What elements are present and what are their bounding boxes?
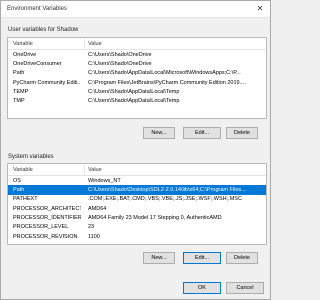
system-variable-row[interactable]: PROCESSOR_LEVEL 23 [8,223,266,232]
variable-value: C:\Users\Shado\OneDrive [88,51,152,58]
variable-value: C:\Users\Shado\OneDrive [88,60,152,67]
variable-value: C:\Program Files\JetBrains\PyCharm Commu… [88,79,246,86]
variable-value: AMD64 Family 23 Model 17 Stepping 0, Aut… [88,215,222,222]
user-variable-row[interactable]: TEMP C:\Users\Shado\AppData\Local\Temp [8,88,266,97]
user-variable-row[interactable]: OneDriveConsumer C:\Users\Shado\OneDrive [8,59,266,68]
title-bar: Environment Variables ✕ [1,1,270,18]
column-divider[interactable] [84,39,85,49]
close-icon[interactable]: ✕ [255,4,265,14]
system-new-button[interactable]: New... [143,252,175,264]
system-variables-label: System variables [8,154,54,160]
column-divider[interactable] [84,165,85,175]
system-variable-row[interactable]: PROCESSOR_REVISION 1100 [8,232,266,241]
user-variable-row[interactable]: PyCharm Community Editi... C:\Program Fi… [8,78,266,87]
variable-name: PROCESSOR_LEVEL [13,224,69,231]
variable-value: C:\Users\Shado\Desktop\SDL2-2.0.14\lib\x… [88,186,246,193]
variable-value: AMD64 [88,205,107,212]
variable-value: Windows_NT [88,177,121,184]
column-header-value[interactable]: Value [88,41,102,47]
system-variable-row[interactable]: PROCESSOR_IDENTIFIER AMD64 Family 23 Mod… [8,214,266,223]
system-variables-list[interactable]: Variable Value OS Windows_NT Path C:\Use… [7,163,267,245]
user-variables-list[interactable]: Variable Value OneDrive C:\Users\Shado\O… [7,37,267,119]
user-new-button[interactable]: New... [143,127,175,139]
window-title: Environment Variables [7,6,67,12]
user-variables-label: User variables for Shadow [8,27,79,33]
variable-value: .COM;.EXE;.BAT;.CMD;.VBS;.VBE;.JS;.JSE;.… [88,196,242,203]
user-list-header: Variable Value [8,38,266,50]
variable-name: Path [13,70,25,77]
system-variable-row[interactable]: PATHEXT .COM;.EXE;.BAT;.CMD;.VBS;.VBE;.J… [8,195,266,204]
system-edit-button[interactable]: Edit... [183,252,221,264]
variable-name: PROCESSOR_ARCHITECTU... [13,205,81,212]
variable-value: C:\Users\Shado\AppData\Local\Microsoft\W… [88,70,241,77]
variable-name: PyCharm Community Editi... [13,79,81,86]
cancel-button[interactable]: Cancel [226,282,264,294]
variable-value: 1100 [88,233,100,240]
column-header-variable[interactable]: Variable [13,41,33,47]
variable-name: PATHEXT [13,196,38,203]
system-variable-row[interactable]: OS Windows_NT [8,176,266,185]
column-header-variable[interactable]: Variable [13,167,33,173]
variable-name: PROCESSOR_REVISION [13,233,78,240]
user-delete-button[interactable]: Delete [226,127,258,139]
user-variable-row[interactable]: Path C:\Users\Shado\AppData\Local\Micros… [8,69,266,78]
user-variable-row[interactable]: TMP C:\Users\Shado\AppData\Local\Temp [8,97,266,106]
variable-value: 23 [88,224,95,231]
system-variable-row-selected[interactable]: Path C:\Users\Shado\Desktop\SDL2-2.0.14\… [8,185,266,195]
variable-value: C:\Users\Shado\AppData\Local\Temp [88,89,180,96]
environment-variables-dialog: Environment Variables ✕ User variables f… [0,0,271,300]
variable-name: PROCESSOR_IDENTIFIER [13,215,81,222]
variable-name: OneDriveConsumer [13,60,62,67]
system-variable-row[interactable]: PROCESSOR_ARCHITECTU... AMD64 [8,204,266,213]
column-header-value[interactable]: Value [88,167,102,173]
variable-name: OS [13,177,21,184]
variable-name: TEMP [13,89,29,96]
variable-name: TMP [13,98,25,105]
variable-value: C:\Users\Shado\AppData\Local\Temp [88,98,180,105]
user-variable-row[interactable]: OneDrive C:\Users\Shado\OneDrive [8,50,266,59]
user-edit-button[interactable]: Edit... [183,127,221,139]
system-list-header: Variable Value [8,164,266,176]
system-delete-button[interactable]: Delete [226,252,258,264]
variable-name: Path [13,186,25,193]
variable-name: OneDrive [13,51,37,58]
ok-button[interactable]: OK [183,282,221,294]
